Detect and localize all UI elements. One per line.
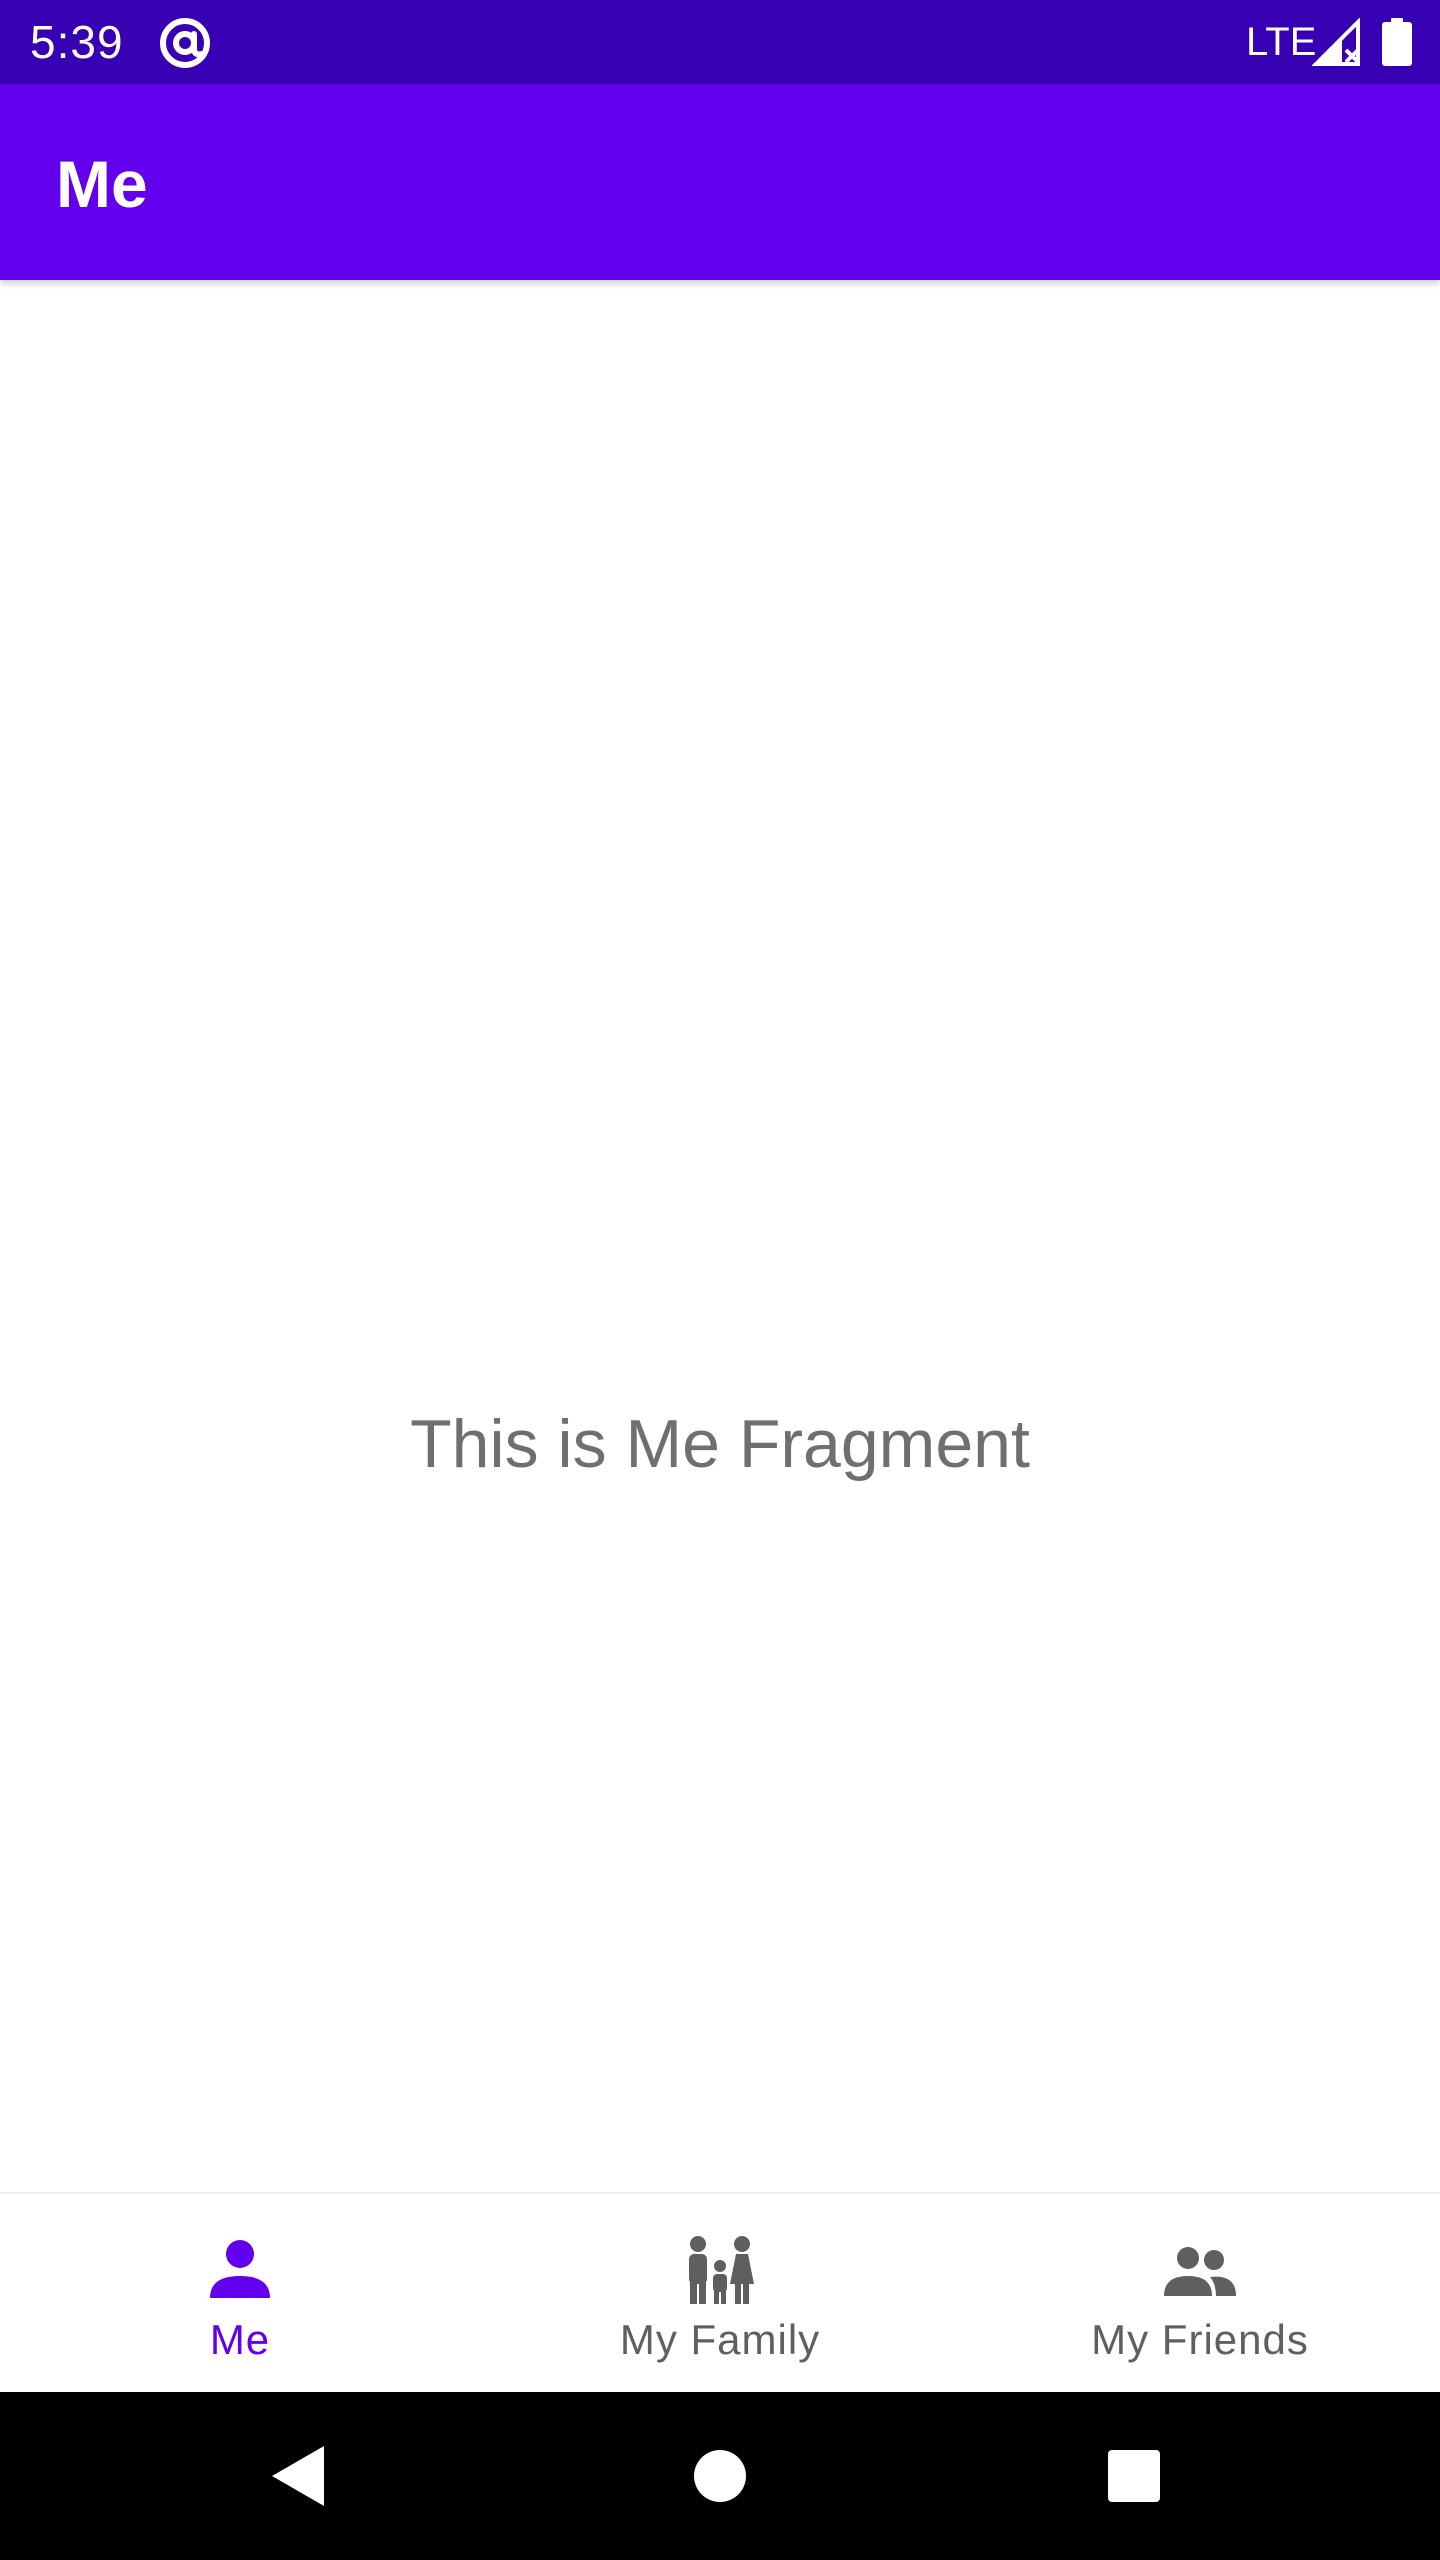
network-type-label: LTE <box>1246 20 1317 64</box>
nav-item-me[interactable]: Me <box>0 2194 480 2392</box>
person-icon <box>210 2240 270 2298</box>
status-time: 5:39 <box>30 16 124 68</box>
home-icon[interactable] <box>672 2428 768 2524</box>
recents-icon[interactable] <box>1086 2428 1182 2524</box>
at-sign-icon <box>160 18 210 68</box>
app-bar: Me <box>0 84 1440 280</box>
fragment-message: This is Me Fragment <box>410 1406 1030 1482</box>
page-title: Me <box>56 147 148 221</box>
back-icon[interactable] <box>252 2428 348 2524</box>
system-navigation-bar <box>0 2392 1440 2560</box>
people-icon <box>1164 2247 1236 2296</box>
signal-icon <box>1312 18 1360 66</box>
nav-item-my-family[interactable]: My Family <box>480 2194 960 2392</box>
nav-label-my-friends: My Friends <box>1091 2316 1309 2363</box>
battery-icon <box>1382 18 1412 66</box>
nav-label-my-family: My Family <box>619 2316 821 2363</box>
status-bar: 5:39 LTE <box>0 0 1440 84</box>
bottom-navigation: Me My Family My Friends <box>0 2192 1440 2392</box>
family-icon <box>689 2236 754 2304</box>
nav-label-me: Me <box>209 2316 271 2363</box>
nav-item-my-friends[interactable]: My Friends <box>960 2194 1440 2392</box>
fragment-container: This is Me Fragment <box>0 280 1440 2192</box>
app-screen: 5:39 LTE Me This is Me Fragment Me My Fa… <box>0 0 1440 2560</box>
